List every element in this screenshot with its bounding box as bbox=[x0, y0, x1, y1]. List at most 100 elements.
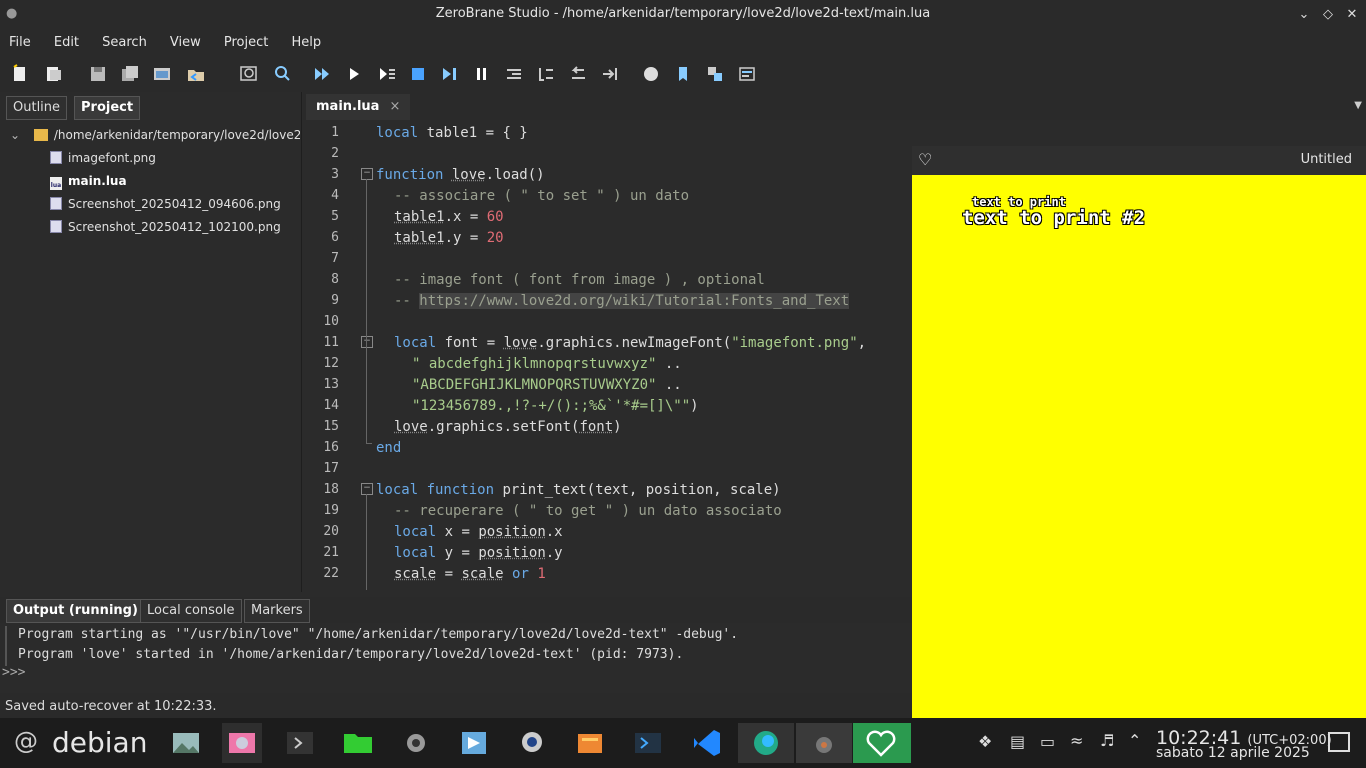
line-number: 5 bbox=[331, 209, 339, 224]
vscode-icon[interactable] bbox=[686, 723, 726, 763]
code-line-19: -- recuperare ( " to get " ) un dato ass… bbox=[394, 503, 782, 519]
line-number: 11 bbox=[323, 335, 339, 350]
break-icon[interactable] bbox=[440, 64, 460, 84]
video-editor-icon[interactable] bbox=[454, 723, 494, 763]
image-file-icon bbox=[50, 220, 62, 233]
menu-edit[interactable]: Edit bbox=[45, 30, 88, 56]
image-viewer-icon[interactable] bbox=[166, 723, 206, 763]
chevron-up-icon[interactable]: ⌃ bbox=[1128, 731, 1141, 750]
line-number: 1 bbox=[331, 125, 339, 140]
tab-output[interactable]: Output (running) bbox=[6, 599, 145, 623]
tree-file[interactable]: imagefont.png bbox=[50, 148, 156, 168]
screenshot-tool-icon[interactable] bbox=[222, 723, 262, 763]
webcam-icon[interactable] bbox=[512, 723, 552, 763]
menu-search[interactable]: Search bbox=[93, 30, 156, 56]
tab-project[interactable]: Project bbox=[74, 96, 141, 120]
output-line: Program 'love' started in '/home/arkenid… bbox=[18, 647, 684, 662]
run-to-cursor-icon[interactable] bbox=[377, 64, 397, 84]
step-into-icon[interactable] bbox=[504, 64, 524, 84]
fold-marker-icon[interactable]: − bbox=[361, 336, 373, 348]
fold-marker-icon[interactable]: − bbox=[361, 483, 373, 495]
minimize-icon[interactable]: ⌄ bbox=[1294, 5, 1314, 25]
tree-file[interactable]: Screenshot_20250412_102100.png bbox=[50, 217, 281, 237]
close-tab-icon[interactable]: × bbox=[389, 99, 400, 114]
pause-icon[interactable] bbox=[472, 64, 492, 84]
date[interactable]: sabato 12 aprile 2025 bbox=[1156, 745, 1310, 761]
code-line-15: love.graphics.setFont(font) bbox=[394, 419, 622, 435]
debian-swirl-icon[interactable]: @ bbox=[14, 727, 38, 755]
archive-manager-icon[interactable] bbox=[570, 723, 610, 763]
settings-icon[interactable] bbox=[396, 723, 436, 763]
output-pane[interactable]: Program starting as '"/usr/bin/love" "/h… bbox=[0, 623, 912, 693]
code-line-22: scale = scale or 1 bbox=[394, 566, 546, 582]
fold-line bbox=[366, 494, 367, 590]
find-in-files-icon[interactable] bbox=[272, 64, 292, 84]
line-number: 2 bbox=[331, 146, 339, 161]
output-margin bbox=[5, 626, 7, 666]
menu-file[interactable]: File bbox=[0, 30, 40, 56]
zerobrane-taskbar-icon[interactable] bbox=[796, 723, 852, 763]
menu-project[interactable]: Project bbox=[215, 30, 277, 56]
code-line-11: local font = love.graphics.newImageFont(… bbox=[394, 335, 867, 351]
line-number: 14 bbox=[323, 398, 339, 413]
step-out-icon[interactable] bbox=[568, 64, 588, 84]
project-root[interactable]: ⌄ /home/arkenidar/temporary/love2d/love2… bbox=[10, 125, 300, 145]
code-line-3: function love.load() bbox=[376, 167, 545, 183]
fold-marker-icon[interactable]: − bbox=[361, 168, 373, 180]
watch-window-icon[interactable] bbox=[737, 64, 757, 84]
code-line-4: -- associare ( " to set " ) un dato bbox=[394, 188, 690, 204]
stop-icon[interactable] bbox=[408, 64, 428, 84]
bookmark-icon[interactable] bbox=[673, 64, 693, 84]
code-line-5: table1.x = 60 bbox=[394, 209, 504, 225]
menu-help[interactable]: Help bbox=[282, 30, 330, 56]
maximize-icon[interactable]: ◇ bbox=[1318, 5, 1338, 25]
save-icon[interactable] bbox=[88, 64, 108, 84]
stack-window-icon[interactable] bbox=[705, 64, 725, 84]
chevron-down-icon[interactable]: ⌄ bbox=[10, 125, 24, 145]
start-debug-icon[interactable] bbox=[344, 64, 364, 84]
file-manager-icon[interactable] bbox=[338, 723, 378, 763]
open-file-icon[interactable] bbox=[44, 64, 64, 84]
run-to-icon[interactable] bbox=[600, 64, 620, 84]
distro-label[interactable]: debian bbox=[52, 726, 147, 759]
code-line-1: local table1 = { } bbox=[376, 125, 528, 141]
line-number: 10 bbox=[323, 314, 339, 329]
love-taskbar-icon[interactable] bbox=[853, 723, 911, 763]
tree-file-selected[interactable]: lua main.lua bbox=[50, 171, 127, 191]
save-all-icon[interactable] bbox=[120, 64, 140, 84]
tree-file[interactable]: Screenshot_20250412_094606.png bbox=[50, 194, 281, 214]
run-icon[interactable] bbox=[312, 64, 332, 84]
battery-icon[interactable]: ▭ bbox=[1040, 732, 1055, 751]
wifi-icon[interactable]: ≈ bbox=[1070, 731, 1083, 750]
status-text: Saved auto-recover at 10:22:33. bbox=[5, 699, 217, 714]
menu-view[interactable]: View bbox=[161, 30, 210, 56]
powershell-icon[interactable] bbox=[628, 723, 668, 763]
step-over-icon[interactable] bbox=[536, 64, 556, 84]
line-number: 15 bbox=[323, 419, 339, 434]
breakpoint-icon[interactable] bbox=[641, 64, 661, 84]
line-number: 12 bbox=[323, 356, 339, 371]
tab-list-icon[interactable]: ▼ bbox=[1354, 100, 1362, 111]
clipboard-icon[interactable]: ▤ bbox=[1010, 732, 1025, 751]
project-root-path: /home/arkenidar/temporary/love2d/love2d-… bbox=[53, 128, 300, 142]
tab-markers[interactable]: Markers bbox=[244, 599, 310, 623]
show-desktop-icon[interactable] bbox=[1328, 732, 1350, 752]
tab-local-console[interactable]: Local console bbox=[140, 599, 242, 623]
terminal-icon[interactable] bbox=[280, 723, 320, 763]
project-dir-icon[interactable] bbox=[152, 64, 172, 84]
dropbox-icon[interactable]: ❖ bbox=[978, 732, 992, 751]
tab-outline[interactable]: Outline bbox=[6, 96, 68, 120]
love-window-title: Untitled bbox=[1300, 152, 1352, 167]
new-file-icon[interactable] bbox=[10, 64, 30, 84]
choose-project-icon[interactable] bbox=[186, 64, 206, 84]
volume-icon[interactable]: ♬ bbox=[1100, 731, 1114, 750]
code-line-14: "123456789.,!?-+/():;%&`'*#=[]\"") bbox=[412, 398, 699, 414]
edge-browser-icon[interactable] bbox=[738, 723, 794, 763]
code-line-16: end bbox=[376, 440, 402, 456]
love-window[interactable]: ♡ Untitled text to print text to print #… bbox=[912, 146, 1366, 718]
find-icon[interactable] bbox=[239, 64, 259, 84]
tab-main-lua[interactable]: main.lua × bbox=[306, 94, 411, 120]
close-icon[interactable]: ✕ bbox=[1342, 5, 1362, 25]
line-number: 16 bbox=[323, 440, 339, 455]
lua-file-icon: lua bbox=[50, 177, 62, 190]
